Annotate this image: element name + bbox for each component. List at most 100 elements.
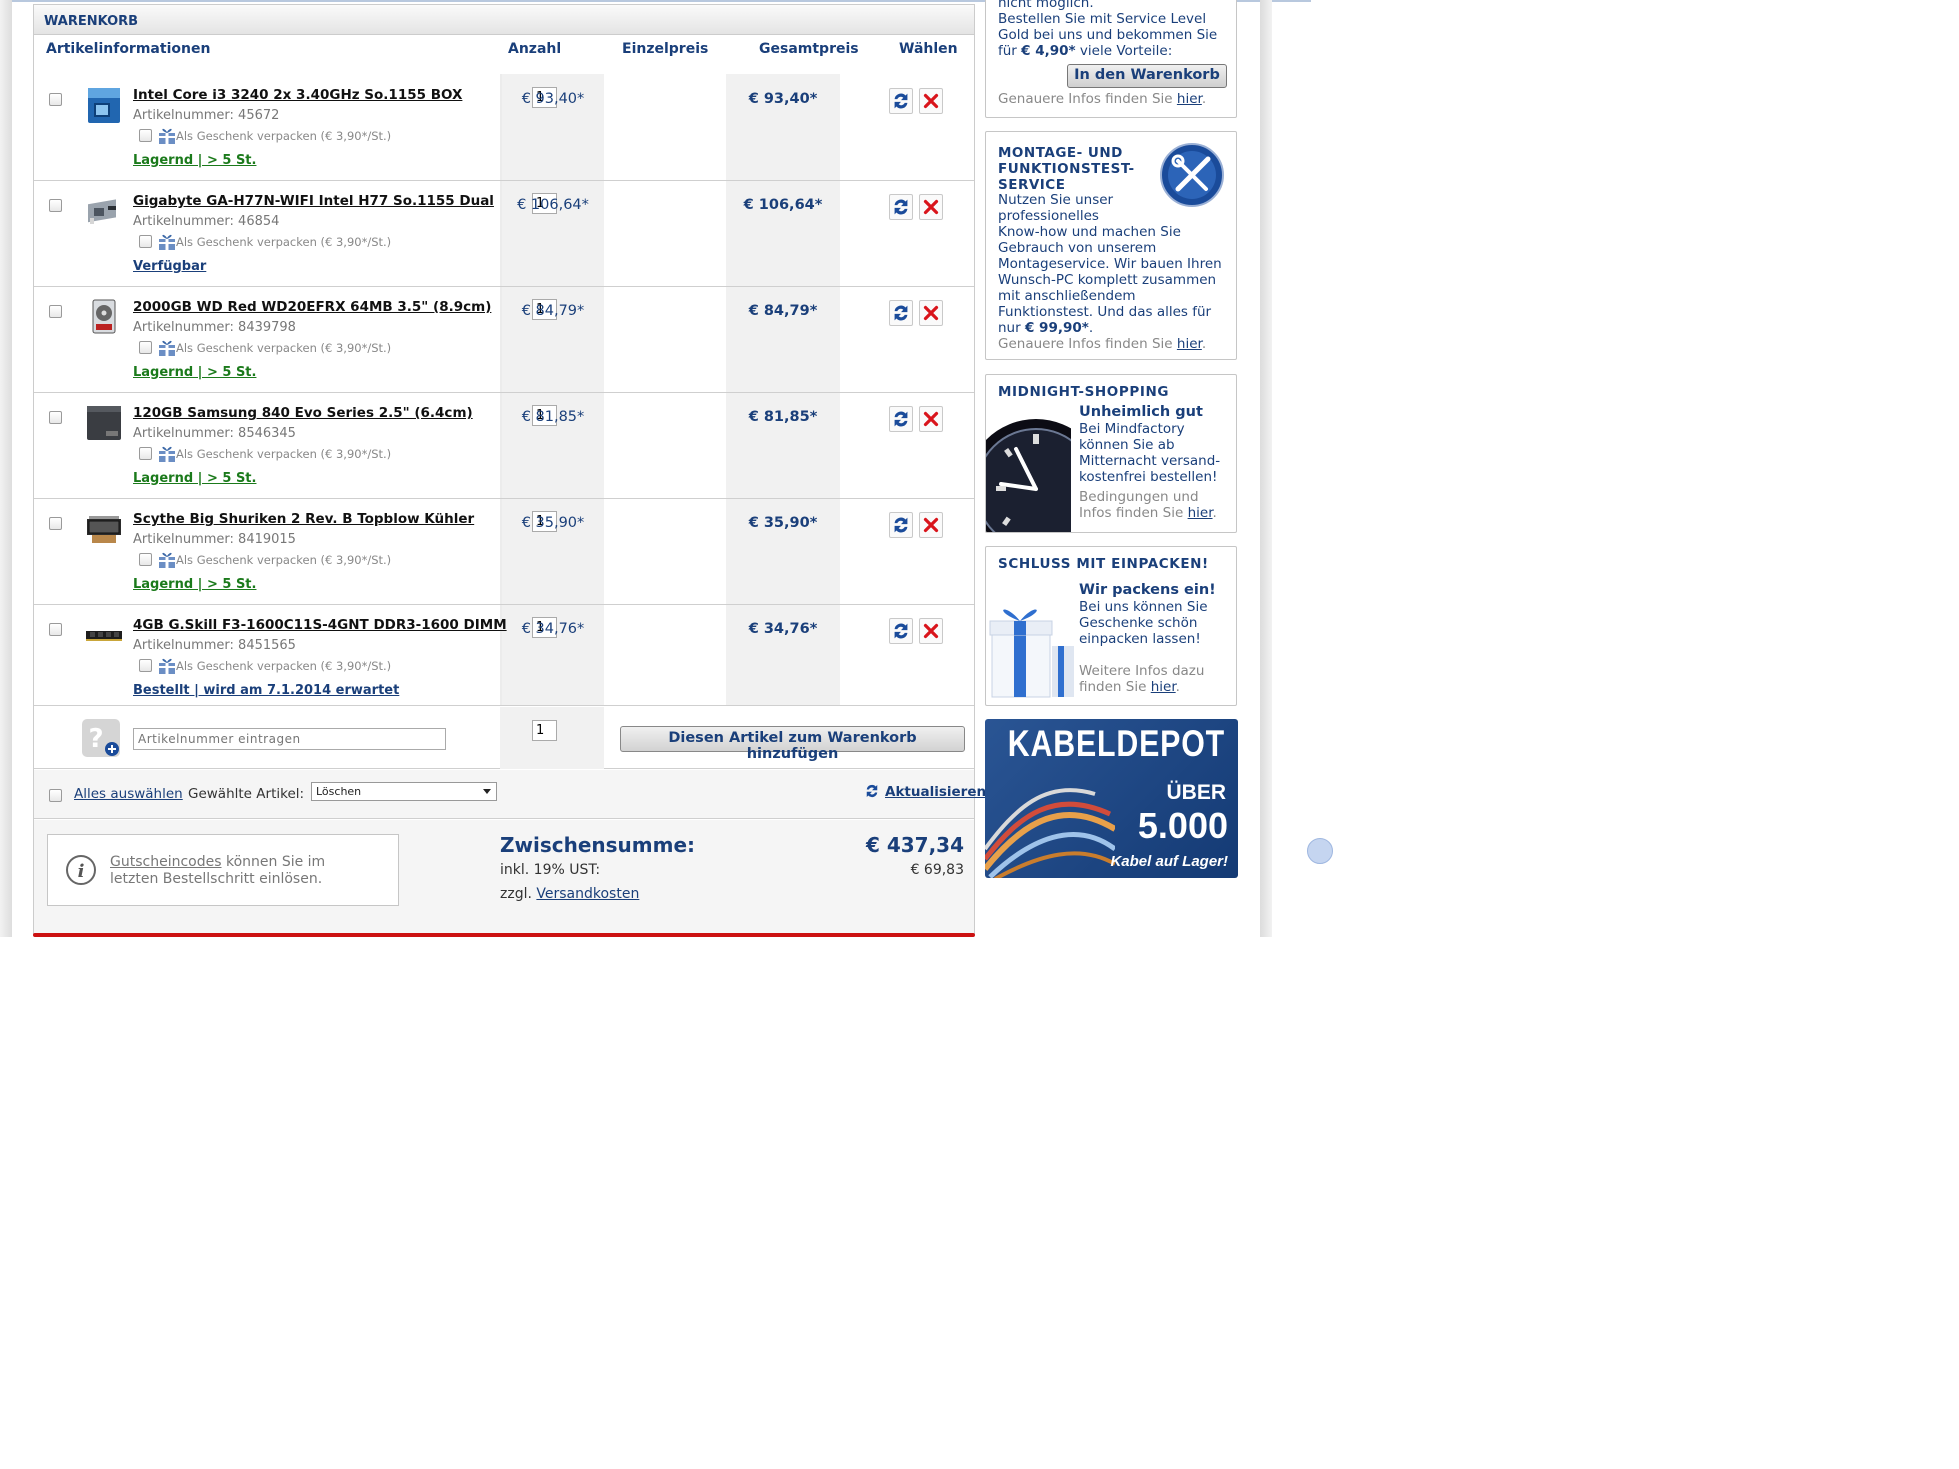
delete-x-icon (923, 411, 939, 427)
gift-wrap-checkbox[interactable] (139, 553, 152, 566)
delete-item-button[interactable] (919, 88, 943, 114)
delete-item-button[interactable] (919, 194, 943, 220)
stock-status-link[interactable]: Bestellt | wird am 7.1.2014 erwartet (133, 683, 399, 698)
service-text-0: nicht möglich. (998, 0, 1094, 11)
stock-status-link[interactable]: Lagernd | > 5 St. (133, 577, 256, 592)
selected-action-select[interactable]: Löschen (311, 782, 497, 801)
midnight-subtitle: Unheimlich gut (1079, 404, 1203, 420)
gift-line-1: Bei uns können Sie (1079, 599, 1208, 615)
midnight-title: MIDNIGHT-SHOPPING (998, 384, 1170, 400)
row-select-checkbox[interactable] (49, 199, 62, 212)
refresh-item-button[interactable] (889, 300, 913, 326)
col-header-total-price: Gesamtpreis (759, 41, 859, 57)
gift-info-link[interactable]: hier (1151, 679, 1176, 695)
midnight-line-4: kostenfrei bestellen! (1079, 469, 1218, 485)
product-name-link[interactable]: 4GB G.Skill F3-1600C11S-4GNT DDR3-1600 D… (133, 617, 507, 633)
total-price: € 81,85* (748, 409, 818, 425)
add-to-cart-button[interactable]: Diesen Artikel zum Warenkorb hinzufügen (620, 726, 965, 762)
assembly-price: € 99,90* (1024, 320, 1089, 336)
info-icon: i (66, 855, 96, 885)
product-name-link[interactable]: 2000GB WD Red WD20EFRX 64MB 3.5" (8.9cm) (133, 299, 491, 315)
cpu-product-thumbnail[interactable] (84, 85, 124, 125)
stock-status-link[interactable]: Lagernd | > 5 St. (133, 471, 256, 486)
gift-box-icon (159, 446, 175, 462)
refresh-item-button[interactable] (889, 512, 913, 538)
gift-box-icon (159, 128, 175, 144)
hdd-product-thumbnail[interactable] (84, 297, 124, 337)
gift-wrap-checkbox[interactable] (139, 659, 152, 672)
article-number: Artikelnummer: 45672 (133, 108, 280, 123)
page-shadow-right (1260, 0, 1272, 937)
coupon-codes-link[interactable]: Gutscheincodes (110, 854, 222, 870)
total-price: € 106,64* (743, 197, 823, 213)
shipping-costs-link[interactable]: Versandkosten (536, 886, 639, 902)
refresh-item-button[interactable] (889, 406, 913, 432)
add-service-to-cart-button[interactable]: In den Warenkorb (1067, 64, 1227, 88)
stock-status-link[interactable]: Lagernd | > 5 St. (133, 365, 256, 380)
mainboard-product-thumbnail[interactable] (84, 191, 124, 231)
midnight-shopping-box: MIDNIGHT-SHOPPING Unheimlich gut Bei Min… (985, 374, 1237, 533)
midnight-line-3: Mitternacht versand- (1079, 453, 1221, 469)
refresh-arrows-icon[interactable] (863, 780, 881, 802)
selection-row: Alles auswählen Gewählte Artikel: Lösche… (34, 770, 986, 819)
assembly-line-3: Know-how und machen Sie (998, 224, 1181, 240)
subtotal-label: Zwischensumme: (500, 833, 696, 857)
assembly-info-link[interactable]: hier (1177, 336, 1202, 352)
row-select-checkbox[interactable] (49, 411, 62, 424)
midnight-description: Bei Mindfactory können Sie ab Mitternach… (1079, 421, 1220, 485)
coupon-text-2: letzten Bestellschritt einlösen. (110, 871, 323, 887)
assembly-info-text: Genauere Infos finden Sie (998, 336, 1173, 352)
delete-x-icon (923, 305, 939, 321)
refresh-cart-link[interactable]: Aktualisieren (885, 784, 986, 800)
gift-description: Bei uns können Sie Geschenke schön einpa… (1079, 599, 1208, 647)
delete-item-button[interactable] (919, 512, 943, 538)
gift-wrap-checkbox[interactable] (139, 341, 152, 354)
stock-status-link[interactable]: Verfügbar (133, 259, 206, 274)
row-select-checkbox[interactable] (49, 305, 62, 318)
article-number: Artikelnummer: 46854 (133, 214, 280, 229)
select-all-link[interactable]: Alles auswählen (74, 786, 183, 802)
delete-item-button[interactable] (919, 618, 943, 644)
gift-wrap-checkbox[interactable] (139, 235, 152, 248)
assembly-service-box: MONTAGE- UND FUNKTIONSTEST- SERVICE Nutzen… (985, 131, 1237, 360)
refresh-item-button[interactable] (889, 88, 913, 114)
vat-value: € 69,83 (910, 862, 964, 878)
product-name-link[interactable]: Intel Core i3 3240 2x 3.40GHz So.1155 BO… (133, 87, 462, 103)
col-header-qty: Anzahl (508, 41, 562, 57)
cart-row: Gigabyte GA-H77N-WIFI Intel H77 So.1155 … (34, 181, 974, 287)
assembly-line-4: Gebrauch von unserem (998, 240, 1157, 256)
gift-wrap-checkbox[interactable] (139, 447, 152, 460)
article-number: Artikelnummer: 8451565 (133, 638, 296, 653)
row-select-checkbox[interactable] (49, 517, 62, 530)
midnight-line-2: können Sie ab (1079, 437, 1175, 453)
select-all-checkbox[interactable] (49, 789, 62, 802)
refresh-item-button[interactable] (889, 618, 913, 644)
selected-action-value: Löschen (316, 785, 362, 798)
ssd-product-thumbnail[interactable] (84, 403, 124, 443)
row-select-checkbox[interactable] (49, 93, 62, 106)
refresh-item-button[interactable] (889, 194, 913, 220)
midnight-info-link[interactable]: hier (1188, 505, 1213, 521)
col-header-unit-price: Einzelpreis (622, 41, 709, 57)
cooler-product-thumbnail[interactable] (84, 509, 124, 549)
stock-status-link[interactable]: Lagernd | > 5 St. (133, 153, 256, 168)
delete-x-icon (923, 623, 939, 639)
product-name-link[interactable]: Scythe Big Shuriken 2 Rev. B Topblow Küh… (133, 511, 474, 527)
gift-wrap-box: SCHLUSS MIT EINPACKEN! Wir packens ein! … (985, 546, 1237, 706)
service-info-link[interactable]: hier (1177, 91, 1202, 107)
row-select-checkbox[interactable] (49, 623, 62, 636)
delete-item-button[interactable] (919, 300, 943, 326)
bottom-red-bar (33, 933, 975, 937)
add-quantity-input[interactable] (532, 720, 557, 741)
ram-product-thumbnail[interactable] (84, 615, 124, 655)
kabeldepot-banner[interactable]: KABELDEPOT ÜBER 5.000 Kabel auf Lager! (985, 719, 1238, 878)
assembly-description: Nutzen Sie unser professionelles Know-ho… (998, 192, 1222, 336)
article-number-input[interactable] (133, 728, 446, 750)
delete-item-button[interactable] (919, 406, 943, 432)
midnight-info-1: Bedingungen und (1079, 489, 1199, 505)
gift-wrap-checkbox[interactable] (139, 129, 152, 142)
product-name-link[interactable]: 120GB Samsung 840 Evo Series 2.5" (6.4cm… (133, 405, 473, 421)
clock-icon (986, 419, 1071, 532)
product-name-link[interactable]: Gigabyte GA-H77N-WIFI Intel H77 So.1155 … (133, 193, 494, 209)
service-advantages: viele Vorteile: (1079, 43, 1173, 59)
